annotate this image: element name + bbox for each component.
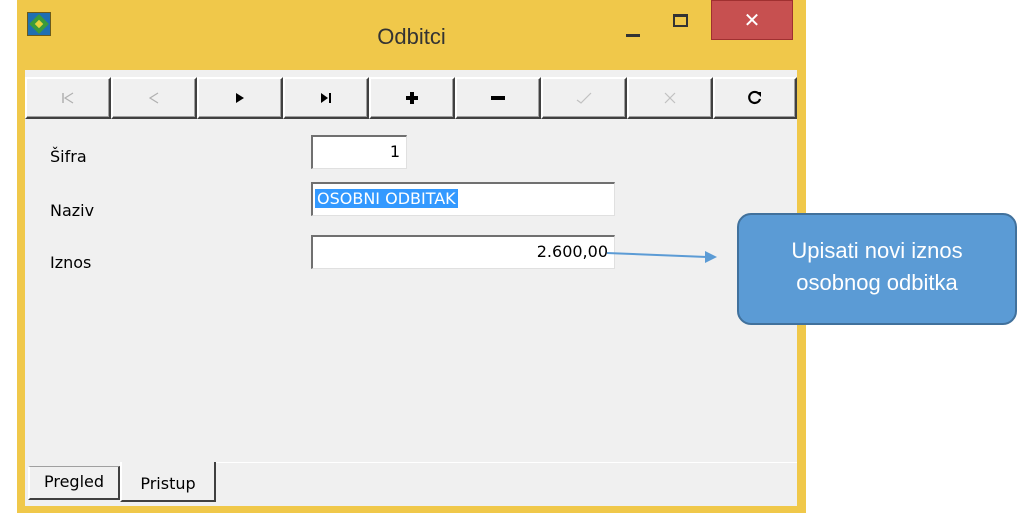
page-tabs: Pregled Pristup bbox=[25, 462, 797, 506]
iznos-label: Iznos bbox=[50, 253, 92, 272]
tab-pregled[interactable]: Pregled bbox=[28, 466, 120, 500]
sifra-label: Šifra bbox=[50, 147, 87, 166]
post-edit-button[interactable] bbox=[541, 77, 627, 119]
maximize-button[interactable] bbox=[658, 8, 706, 48]
naziv-selected-text: OSOBNI ODBITAK bbox=[315, 189, 458, 208]
sifra-field[interactable]: 1 bbox=[311, 135, 407, 169]
cancel-edit-button[interactable] bbox=[627, 77, 713, 119]
tab-pristup[interactable]: Pristup bbox=[120, 462, 216, 502]
minimize-button[interactable] bbox=[610, 8, 654, 48]
last-record-button[interactable] bbox=[283, 77, 369, 119]
check-icon bbox=[576, 92, 592, 104]
next-record-button[interactable] bbox=[197, 77, 283, 119]
annotation-callout: Upisati novi iznos osobnog odbitka bbox=[737, 213, 1017, 325]
plus-icon bbox=[406, 92, 418, 104]
last-icon bbox=[321, 93, 331, 103]
delete-record-button[interactable] bbox=[455, 77, 541, 119]
iznos-field[interactable]: 2.600,00 bbox=[311, 235, 615, 269]
navigator-toolbar bbox=[25, 77, 797, 119]
next-icon bbox=[236, 93, 244, 103]
tab-strip-line bbox=[216, 462, 797, 463]
callout-line-2: osobnog odbitka bbox=[796, 270, 958, 295]
cancel-icon bbox=[664, 92, 676, 104]
first-record-button[interactable] bbox=[25, 77, 111, 119]
minus-icon bbox=[491, 96, 505, 100]
callout-line-1: Upisati novi iznos bbox=[791, 238, 963, 263]
refresh-data-button[interactable] bbox=[713, 77, 797, 119]
refresh-icon bbox=[748, 90, 762, 105]
close-button[interactable]: ✕ bbox=[711, 0, 793, 40]
title-bar[interactable]: Odbitci ✕ bbox=[17, 0, 806, 70]
prior-icon bbox=[148, 92, 159, 104]
prior-record-button[interactable] bbox=[111, 77, 197, 119]
naziv-label: Naziv bbox=[50, 201, 95, 220]
naziv-field[interactable]: OSOBNI ODBITAK bbox=[311, 182, 615, 216]
client-area: Šifra 1 Naziv OSOBNI ODBITAK Iznos 2.600… bbox=[25, 70, 797, 506]
insert-record-button[interactable] bbox=[369, 77, 455, 119]
first-icon bbox=[62, 92, 74, 104]
app-window: Odbitci ✕ Šifra 1 Naziv OSOBNI ODBITAK I… bbox=[17, 0, 806, 513]
